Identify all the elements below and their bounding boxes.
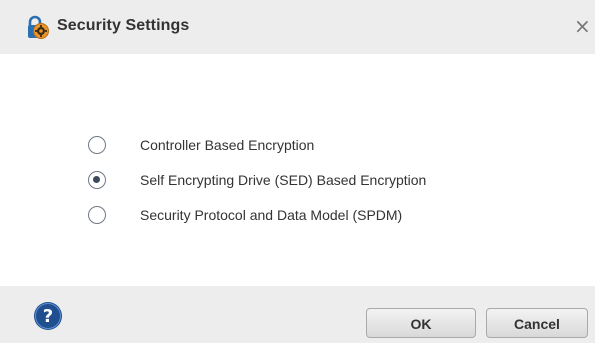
dialog-titlebar: Security Settings × [0, 0, 595, 54]
close-button[interactable]: × [574, 13, 595, 39]
option-label: Security Protocol and Data Model (SPDM) [140, 207, 403, 223]
security-settings-dialog: Security Settings × Controller Based Enc… [0, 0, 595, 343]
svg-text:?: ? [43, 306, 53, 327]
option-label: Self Encrypting Drive (SED) Based Encryp… [140, 172, 427, 188]
radio-selected-dot [93, 176, 100, 183]
option-label: Controller Based Encryption [140, 137, 315, 153]
dialog-title: Security Settings [57, 17, 190, 34]
radio-button[interactable] [88, 136, 106, 154]
radio-button-selected[interactable] [88, 171, 106, 189]
radio-button[interactable] [88, 206, 106, 224]
dialog-footer: ? OK Cancel [0, 286, 595, 343]
dialog-content: Controller Based Encryption Self Encrypt… [0, 54, 595, 286]
lock-gear-icon [28, 15, 49, 39]
cancel-button[interactable]: Cancel [486, 308, 588, 338]
help-icon[interactable]: ? [33, 301, 63, 331]
ok-button[interactable]: OK [366, 308, 476, 338]
